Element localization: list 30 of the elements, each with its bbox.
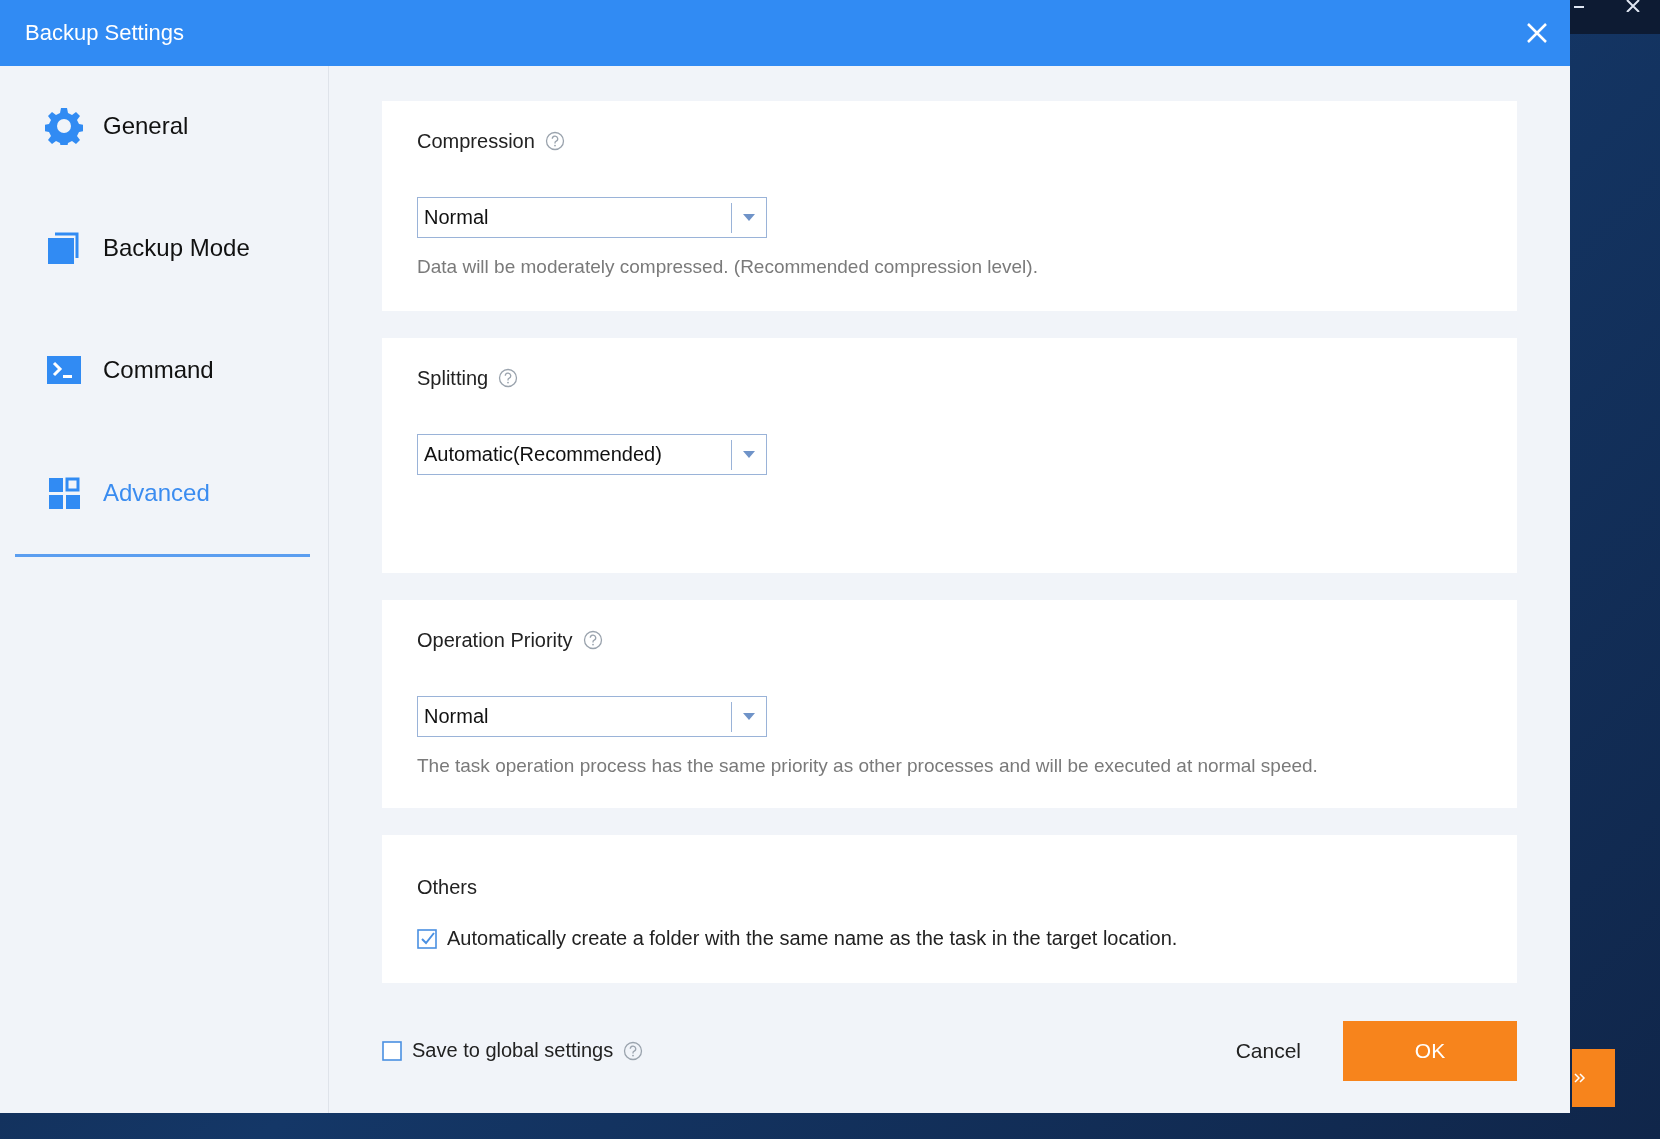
window-title: Backup Settings <box>25 20 184 46</box>
section-title: Others <box>417 875 478 899</box>
dropdown[interactable]: Normal <box>417 197 767 238</box>
help-icon[interactable] <box>582 630 603 650</box>
help-icon[interactable] <box>623 1040 644 1061</box>
help-icon[interactable] <box>544 131 565 151</box>
section-title: Operation Priority <box>417 628 573 652</box>
checkbox[interactable] <box>417 928 437 949</box>
caret-icon <box>743 451 755 458</box>
checkbox-label: Automatically create a folder with the same name as the task in the target location. <box>447 927 1178 950</box>
dropdown[interactable]: Automatic(Recommended) <box>417 434 767 475</box>
double-chevron-icon <box>1574 1072 1586 1084</box>
sidebar-item[interactable]: Command <box>15 310 310 432</box>
checkbox[interactable] <box>382 1040 402 1061</box>
cancel-button[interactable]: Cancel <box>1231 1032 1305 1069</box>
description-text: The task operation process has the same priority as other processes and will be executed at normal speed. <box>417 755 1319 777</box>
section-title: Splitting <box>417 366 489 390</box>
caret-icon <box>743 713 755 720</box>
close-icon[interactable] <box>1625 0 1643 12</box>
caret-icon <box>743 214 755 221</box>
close-icon <box>1526 22 1548 44</box>
dropdown[interactable]: Normal <box>417 696 767 737</box>
description-text: Data will be moderately compressed. (Recommended compression level). <box>417 256 1039 278</box>
gear-icon <box>45 106 83 145</box>
help-icon[interactable] <box>498 368 519 388</box>
section-title: Compression <box>417 129 535 153</box>
sidebar-item[interactable]: General <box>15 66 310 188</box>
close-button[interactable] <box>1526 22 1548 44</box>
checkbox-label: Save to global settings <box>412 1039 614 1062</box>
sidebar-item[interactable]: Backup Mode <box>15 188 310 310</box>
